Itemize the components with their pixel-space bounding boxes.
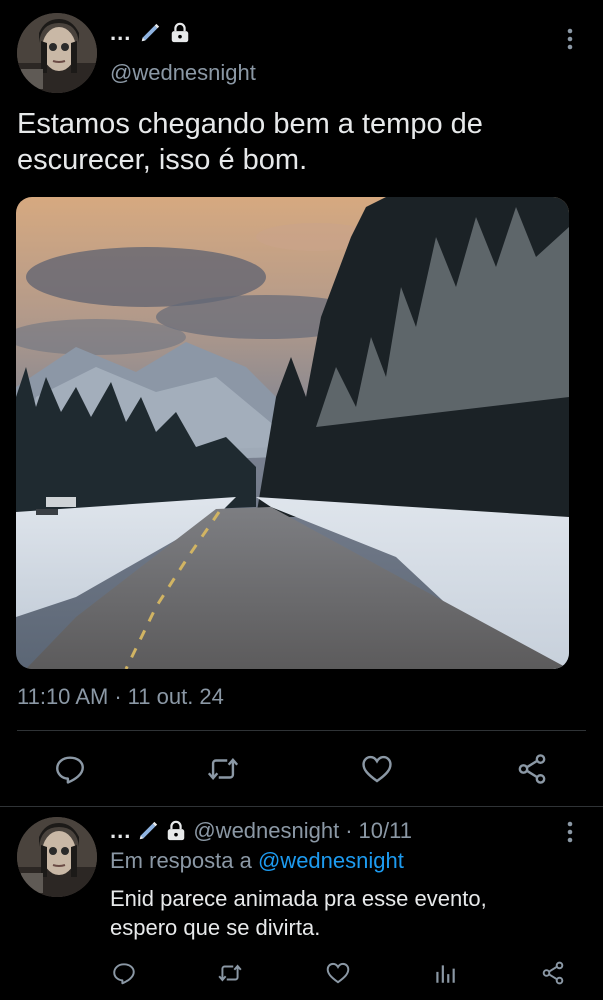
lock-icon <box>172 22 189 43</box>
tweet-detail-screen: ... @wednesnight Estamos chegando bem a … <box>0 0 603 1000</box>
reply-handle[interactable]: @wednesnight <box>193 818 339 844</box>
reply-date[interactable]: 10/11 <box>359 818 412 844</box>
reply-author: ... @wednesnight · 10/11 <box>110 818 412 844</box>
share-icon[interactable] <box>540 960 566 986</box>
tweet-text: Estamos chegando bem a tempo de escurece… <box>17 108 483 176</box>
pen-icon <box>142 23 160 42</box>
divider <box>17 730 586 731</box>
like-icon[interactable] <box>360 752 394 786</box>
avatar-image <box>17 817 97 897</box>
share-icon[interactable] <box>515 752 549 786</box>
in-reply-to: Em resposta a @wednesnight <box>110 848 404 874</box>
tweet-media[interactable] <box>16 197 569 669</box>
in-reply-prefix: Em resposta a <box>110 848 252 873</box>
more-vertical-icon[interactable] <box>558 820 582 844</box>
author-handle[interactable]: @wednesnight <box>110 60 256 86</box>
tweet-timestamp[interactable]: 11:10 AM · 11 out. 24 <box>17 684 224 710</box>
avatar-image <box>17 13 97 93</box>
divider <box>0 806 603 807</box>
in-reply-mention[interactable]: @wednesnight <box>258 848 404 873</box>
separator: · <box>345 818 353 843</box>
retweet-icon[interactable] <box>217 960 243 986</box>
like-icon[interactable] <box>325 960 351 986</box>
tweet-author: ... <box>110 20 191 46</box>
tweet-time: 11:10 AM <box>17 684 109 709</box>
retweet-icon[interactable] <box>206 752 240 786</box>
reply-text: Enid parece animada pra esse evento, esp… <box>110 886 487 940</box>
reply-icon[interactable] <box>53 752 87 786</box>
reply-display-name[interactable]: ... <box>110 818 131 844</box>
avatar[interactable] <box>17 13 97 93</box>
reply-icon[interactable] <box>111 960 137 986</box>
display-name[interactable]: ... <box>110 20 131 46</box>
more-vertical-icon[interactable] <box>558 27 582 51</box>
tweet-date: 11 out. 24 <box>127 684 224 709</box>
lock-icon <box>168 820 185 841</box>
analytics-icon[interactable] <box>432 960 458 986</box>
reply-avatar[interactable] <box>17 817 97 897</box>
snowy-road-photo <box>16 197 569 669</box>
pen-icon <box>140 821 158 840</box>
separator: · <box>114 684 122 709</box>
